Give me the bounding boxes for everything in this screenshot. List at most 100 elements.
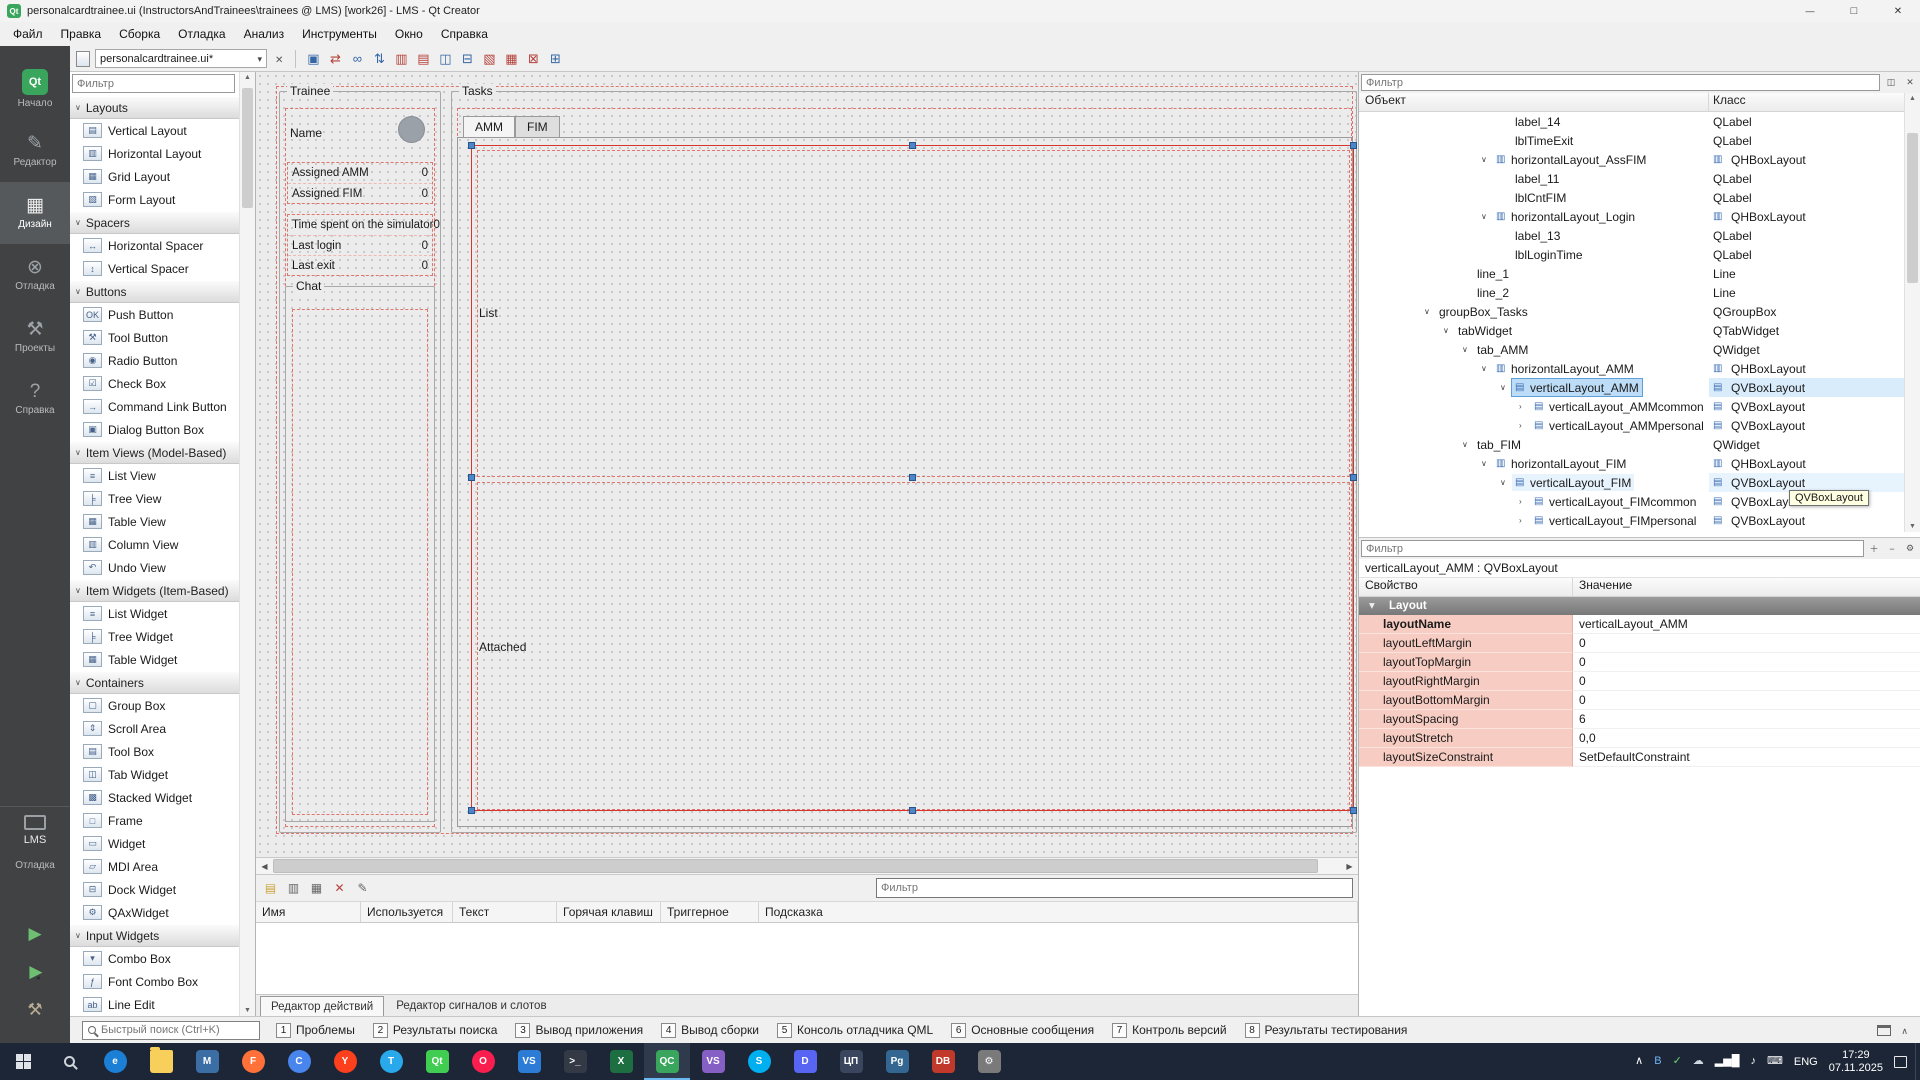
widgetbox-item[interactable]: Dialog Button Box: [70, 418, 239, 441]
selected-layout-verticalLayout-AMM[interactable]: List Attached: [471, 145, 1354, 811]
minimize-button[interactable]: [1788, 0, 1832, 22]
run-debug-button[interactable]: ▶: [0, 962, 70, 982]
property-row[interactable]: layoutTopMargin 0: [1359, 653, 1920, 672]
taskbar-app-qt-designer[interactable]: Qt: [414, 1043, 460, 1080]
output-pane-button[interactable]: 7 Контроль версий: [1112, 1023, 1226, 1038]
widgetbox-item[interactable]: List View: [70, 464, 239, 487]
taskbar-app-dbeaver[interactable]: DB: [920, 1043, 966, 1080]
taskbar-app-excel[interactable]: X: [598, 1043, 644, 1080]
clock[interactable]: 17:29 07.11.2025: [1829, 1049, 1883, 1075]
form-field-row[interactable]: Assigned AMM 0: [288, 163, 432, 183]
widgetbox-item[interactable]: Vertical Spacer: [70, 257, 239, 280]
show-desktop-button[interactable]: [1915, 1043, 1920, 1080]
attached-layout-indicator[interactable]: [477, 482, 1350, 810]
action-column-header[interactable]: Подсказка: [759, 902, 1358, 922]
widgetbox-item[interactable]: MDI Area: [70, 855, 239, 878]
mode-welcome[interactable]: Начало: [0, 58, 70, 120]
object-tree-row[interactable]: lblTimeExit QLabel: [1359, 131, 1904, 150]
object-tree-row[interactable]: verticalLayout_AMMpersonal QVBoxLayout: [1359, 416, 1904, 435]
column-class[interactable]: Класс: [1709, 93, 1904, 111]
resize-handle[interactable]: [909, 807, 916, 814]
column-property[interactable]: Свойство: [1359, 578, 1573, 596]
object-tree-row[interactable]: line_2 Line: [1359, 283, 1904, 302]
column-value[interactable]: Значение: [1573, 578, 1920, 596]
widgetbox-item[interactable]: Font Combo Box: [70, 970, 239, 993]
resize-handle[interactable]: [1350, 142, 1357, 149]
mode-edit[interactable]: Редактор: [0, 120, 70, 182]
widgetbox-item[interactable]: Vertical Layout: [70, 119, 239, 142]
scroll-right-icon[interactable]: ▶: [1341, 858, 1358, 874]
paste-action-icon[interactable]: [307, 879, 326, 898]
property-row[interactable]: layoutName verticalLayout_AMM: [1359, 615, 1920, 634]
edit-widgets-icon[interactable]: [303, 49, 323, 69]
widgetbox-filter-input[interactable]: [72, 74, 235, 93]
mode-projects[interactable]: Проекты: [0, 306, 70, 368]
taskbar-app-vscode[interactable]: VS: [506, 1043, 552, 1080]
taskbar-app-opera[interactable]: O: [460, 1043, 506, 1080]
widgetbox-item[interactable]: Dock Widget: [70, 878, 239, 901]
action-filter-input[interactable]: [876, 878, 1353, 898]
document-selector[interactable]: personalcardtrainee.ui*: [95, 49, 267, 68]
object-tree-row[interactable]: label_13 QLabel: [1359, 226, 1904, 245]
widgetbox-item[interactable]: Check Box: [70, 372, 239, 395]
edit-taborder-icon[interactable]: [369, 49, 389, 69]
object-tree-row[interactable]: label_14 QLabel: [1359, 112, 1904, 131]
configure-action-icon[interactable]: [353, 879, 372, 898]
widgetbox-item[interactable]: Table View: [70, 510, 239, 533]
expand-arrow-icon[interactable]: [1424, 307, 1436, 316]
object-tree-row[interactable]: lblLoginTime QLabel: [1359, 245, 1904, 264]
edit-signals-icon[interactable]: [325, 49, 345, 69]
form-field-row[interactable]: Last login 0: [288, 235, 432, 255]
scroll-up-icon[interactable]: ▲: [1905, 95, 1920, 102]
output-pane-button[interactable]: 2 Результаты поиска: [373, 1023, 498, 1038]
object-tree-row[interactable]: tabWidget QTabWidget: [1359, 321, 1904, 340]
widgetbox-item[interactable]: Item Views (Model-Based): [70, 441, 239, 464]
taskbar-app-visual-studio[interactable]: VS: [690, 1043, 736, 1080]
remove-dynamic-property-icon[interactable]: −: [1884, 541, 1900, 557]
menu-item[interactable]: Инструменты: [293, 23, 386, 45]
layout-splitter-vertical-icon[interactable]: [457, 49, 477, 69]
run-button[interactable]: ▶: [0, 924, 70, 944]
widgetbox-item[interactable]: Layouts: [70, 96, 239, 119]
resize-handle[interactable]: [1350, 474, 1357, 481]
menu-item[interactable]: Отладка: [169, 23, 234, 45]
taskbar-app-cpu[interactable]: ЦП: [828, 1043, 874, 1080]
mode-help[interactable]: Справка: [0, 368, 70, 430]
form-horizontal-scrollbar[interactable]: ◀ ▶: [256, 858, 1358, 875]
property-value[interactable]: 0: [1573, 691, 1920, 710]
expand-arrow-icon[interactable]: [1481, 459, 1493, 468]
action-column-header[interactable]: Используется: [361, 902, 453, 922]
widgetbox-item[interactable]: Column View: [70, 533, 239, 556]
kit-selector[interactable]: LMS Отладка: [0, 806, 70, 871]
expand-arrow-icon[interactable]: [1462, 345, 1474, 354]
layout-splitter-horizontal-icon[interactable]: [435, 49, 455, 69]
object-tree-row[interactable]: horizontalLayout_Login QHBoxLayout: [1359, 207, 1904, 226]
widgetbox-item[interactable]: Horizontal Layout: [70, 142, 239, 165]
widgetbox-item[interactable]: Tree Widget: [70, 625, 239, 648]
time-fields-layout[interactable]: Time spent on the simulator 0 Last login…: [287, 214, 433, 276]
chat-layout-indicator[interactable]: [292, 309, 428, 815]
scroll-up-icon[interactable]: ▲: [240, 74, 255, 81]
property-row[interactable]: layoutBottomMargin 0: [1359, 691, 1920, 710]
attached-label[interactable]: Attached: [479, 640, 526, 654]
object-tree-row[interactable]: verticalLayout_AMMcommon QVBoxLayout: [1359, 397, 1904, 416]
object-tree-row[interactable]: tab_FIM QWidget: [1359, 435, 1904, 454]
layout-horizontal-icon[interactable]: [391, 49, 411, 69]
property-value[interactable]: verticalLayout_AMM: [1573, 615, 1920, 634]
property-value[interactable]: 0: [1573, 653, 1920, 672]
object-tree-row[interactable]: verticalLayout_AMM QVBoxLayout: [1359, 378, 1904, 397]
widgetbox-item[interactable]: Tab Widget: [70, 763, 239, 786]
resize-handle[interactable]: [468, 474, 475, 481]
mode-debug[interactable]: Отладка: [0, 244, 70, 306]
resize-handle[interactable]: [909, 474, 916, 481]
expand-arrow-icon[interactable]: [1481, 155, 1493, 164]
widgetbox-item[interactable]: Tool Box: [70, 740, 239, 763]
property-value[interactable]: SetDefaultConstraint: [1573, 748, 1920, 767]
locator-input[interactable]: [101, 1024, 257, 1036]
widgetbox-item[interactable]: Combo Box: [70, 947, 239, 970]
widgetbox-item[interactable]: Tool Button: [70, 326, 239, 349]
object-tree-row[interactable]: tab_AMM QWidget: [1359, 340, 1904, 359]
split-panel-icon[interactable]: ◫: [1883, 75, 1899, 91]
expand-arrow-icon[interactable]: [1519, 516, 1531, 525]
menu-item[interactable]: Справка: [432, 23, 497, 45]
